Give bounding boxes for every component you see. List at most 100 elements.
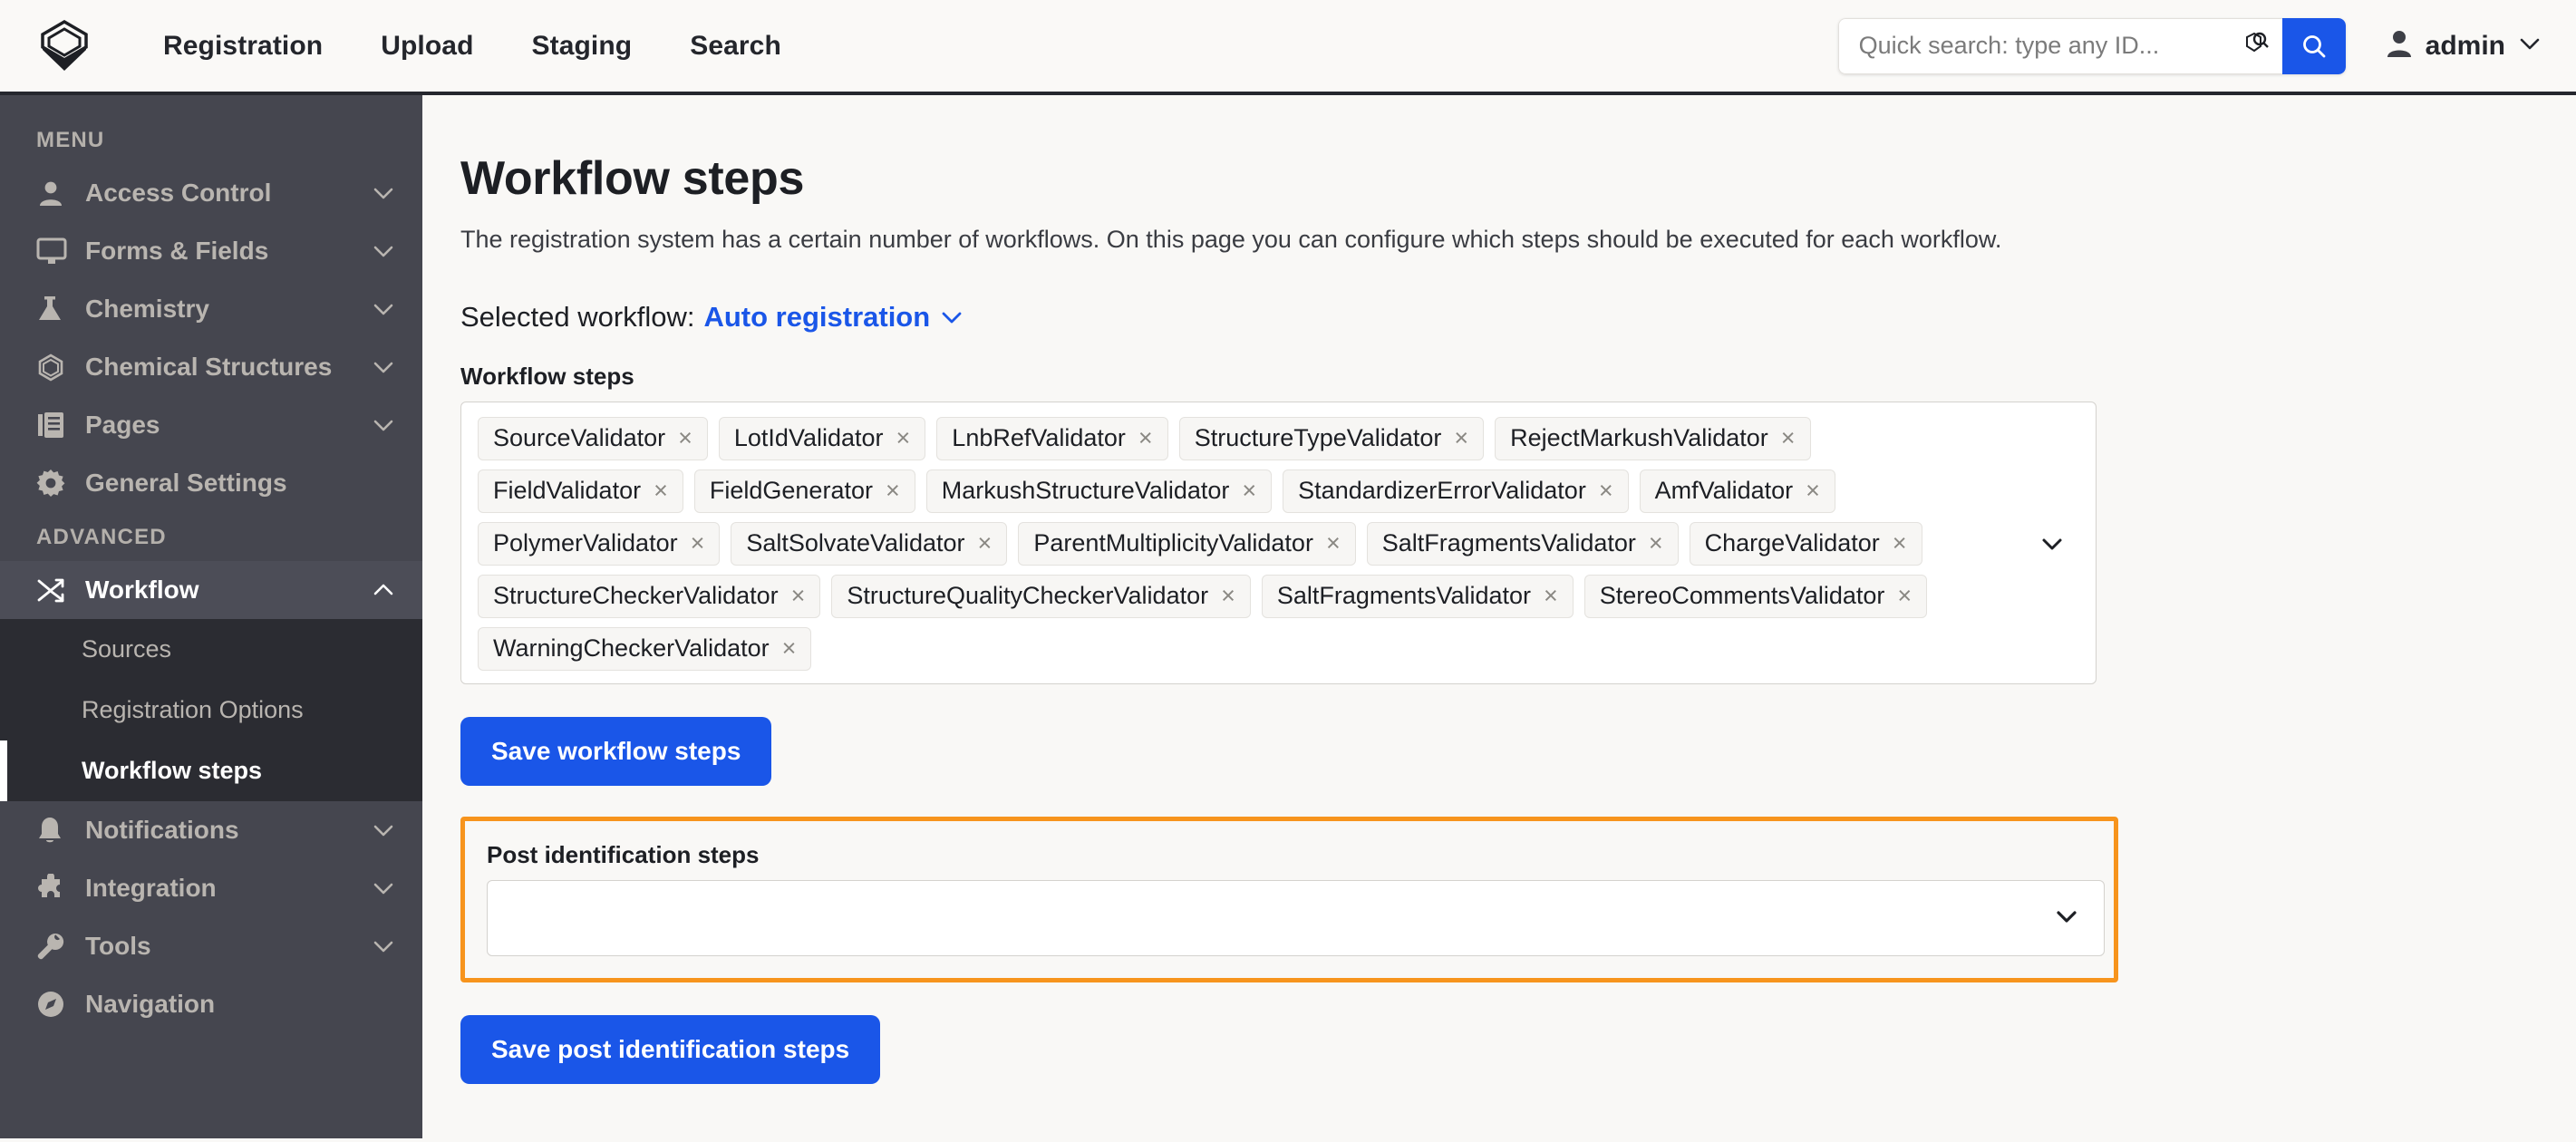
structure-search-icon[interactable] bbox=[2239, 31, 2270, 62]
sidebar-item-navigation[interactable]: Navigation bbox=[0, 975, 422, 1033]
remove-tag-icon[interactable]: × bbox=[976, 531, 994, 556]
sidebar-subitem-workflow-steps[interactable]: Workflow steps bbox=[0, 740, 422, 801]
search-input[interactable] bbox=[1859, 32, 2232, 60]
monitor-icon bbox=[36, 237, 71, 266]
remove-tag-icon[interactable]: × bbox=[689, 531, 707, 556]
remove-tag-icon[interactable]: × bbox=[1542, 584, 1560, 608]
remove-tag-icon[interactable]: × bbox=[652, 479, 670, 503]
sidebar-item-label: Chemistry bbox=[85, 295, 209, 324]
workflow-step-tag-label: MarkushStructureValidator bbox=[942, 477, 1230, 505]
chevron-down-icon[interactable] bbox=[372, 938, 395, 954]
workflow-step-tag: SaltSolvateValidator× bbox=[731, 522, 1007, 566]
workflow-step-tag-label: SaltFragmentsValidator bbox=[1277, 582, 1531, 610]
workflow-steps-label: Workflow steps bbox=[460, 363, 2522, 391]
sidebar-item-label: Integration bbox=[85, 874, 217, 903]
workflow-step-tag-label: StereoCommentsValidator bbox=[1600, 582, 1885, 610]
workflow-step-tag: FieldValidator× bbox=[478, 469, 683, 513]
workflow-subnav: Sources Registration Options Workflow st… bbox=[0, 619, 422, 801]
user-icon bbox=[2386, 29, 2413, 63]
sidebar-item-general-settings[interactable]: General Settings bbox=[0, 454, 422, 512]
hexagon-molecule-logo[interactable] bbox=[36, 18, 92, 74]
workflow-step-tag: FieldGenerator× bbox=[694, 469, 915, 513]
user-name-label: admin bbox=[2426, 31, 2505, 62]
remove-tag-icon[interactable]: × bbox=[780, 636, 799, 661]
workflow-step-tag: LotIdValidator × bbox=[719, 417, 925, 460]
workflow-step-tag: SaltFragmentsValidator × bbox=[1367, 522, 1679, 566]
workflow-step-tag: MarkushStructureValidator × bbox=[926, 469, 1272, 513]
sidebar-navigation: MENU Access Control Forms & Fields Chem bbox=[0, 95, 422, 1138]
sidebar-item-label: Access Control bbox=[85, 179, 271, 208]
nav-link-search[interactable]: Search bbox=[661, 22, 810, 71]
chevron-down-icon[interactable] bbox=[372, 301, 395, 317]
post-identification-steps-select[interactable] bbox=[487, 880, 2105, 956]
workflow-step-tag-label: ChargeValidator bbox=[1705, 529, 1880, 557]
search-submit-button[interactable] bbox=[2282, 18, 2346, 74]
remove-tag-icon[interactable]: × bbox=[1647, 531, 1665, 556]
sidebar-item-integration[interactable]: Integration bbox=[0, 859, 422, 917]
nav-link-staging[interactable]: Staging bbox=[503, 22, 662, 71]
sidebar-item-chemistry[interactable]: Chemistry bbox=[0, 280, 422, 338]
sidebar-item-tools[interactable]: Tools bbox=[0, 917, 422, 975]
sidebar-item-workflow[interactable]: Workflow bbox=[0, 561, 422, 619]
workflow-step-tag: StandardizerErrorValidator× bbox=[1283, 469, 1628, 513]
compass-icon bbox=[36, 990, 71, 1019]
remove-tag-icon[interactable]: × bbox=[1452, 426, 1470, 450]
main-content: Workflow steps The registration system h… bbox=[422, 95, 2576, 1138]
workflow-step-tag-label: LnbRefValidator bbox=[952, 424, 1126, 452]
pages-icon bbox=[36, 411, 71, 440]
chevron-down-icon[interactable] bbox=[372, 880, 395, 896]
user-menu[interactable]: admin bbox=[2377, 24, 2551, 68]
page-title: Workflow steps bbox=[460, 151, 2522, 206]
workflow-step-tag-label: LotIdValidator bbox=[734, 424, 884, 452]
chevron-down-icon bbox=[2518, 35, 2542, 56]
remove-tag-icon[interactable]: × bbox=[1895, 584, 1913, 608]
selected-workflow-value[interactable]: Auto registration bbox=[703, 301, 930, 334]
sidebar-item-chemical-structures[interactable]: Chemical Structures bbox=[0, 338, 422, 396]
save-workflow-steps-button[interactable]: Save workflow steps bbox=[460, 717, 771, 786]
sidebar-item-label: Chemical Structures bbox=[85, 353, 332, 382]
chevron-down-icon[interactable] bbox=[372, 359, 395, 375]
sidebar-heading-menu: MENU bbox=[0, 115, 422, 164]
chevron-down-icon[interactable] bbox=[372, 417, 395, 433]
quick-search-field-wrapper bbox=[1838, 18, 2282, 74]
sidebar-item-forms-fields[interactable]: Forms & Fields bbox=[0, 222, 422, 280]
chevron-down-icon[interactable] bbox=[2053, 907, 2080, 930]
chevron-down-icon[interactable] bbox=[372, 822, 395, 838]
save-post-identification-steps-button[interactable]: Save post identification steps bbox=[460, 1015, 880, 1084]
chevron-down-icon[interactable] bbox=[2025, 535, 2079, 553]
sidebar-item-access-control[interactable]: Access Control bbox=[0, 164, 422, 222]
remove-tag-icon[interactable]: × bbox=[1240, 479, 1258, 503]
sidebar-item-notifications[interactable]: Notifications bbox=[0, 801, 422, 859]
remove-tag-icon[interactable]: × bbox=[1597, 479, 1615, 503]
sidebar-item-label: Navigation bbox=[85, 990, 215, 1019]
remove-tag-icon[interactable]: × bbox=[789, 584, 808, 608]
nav-link-upload[interactable]: Upload bbox=[352, 22, 502, 71]
remove-tag-icon[interactable]: × bbox=[1779, 426, 1797, 450]
chevron-up-icon[interactable] bbox=[372, 582, 395, 598]
workflow-steps-multiselect[interactable]: SourceValidator×LotIdValidator×LnbRefVal… bbox=[460, 402, 2097, 684]
workflow-step-tag: StereoCommentsValidator × bbox=[1584, 575, 1927, 618]
workflow-step-tag: PolymerValidator× bbox=[478, 522, 720, 566]
remove-tag-icon[interactable]: × bbox=[884, 479, 902, 503]
workflow-step-tag: AmfValidator× bbox=[1640, 469, 1835, 513]
chevron-down-icon[interactable] bbox=[372, 185, 395, 201]
app-shell: MENU Access Control Forms & Fields Chem bbox=[0, 95, 2576, 1138]
workflow-step-tag: LnbRefValidator × bbox=[936, 417, 1167, 460]
workflow-step-tag: StructureCheckerValidator× bbox=[478, 575, 820, 618]
workflow-step-tag-label: SaltFragmentsValidator bbox=[1382, 529, 1636, 557]
remove-tag-icon[interactable]: × bbox=[676, 426, 694, 450]
sidebar-item-pages[interactable]: Pages bbox=[0, 396, 422, 454]
remove-tag-icon[interactable]: × bbox=[1324, 531, 1342, 556]
workflow-step-tag-label: RejectMarkushValidator bbox=[1510, 424, 1768, 452]
nav-link-registration[interactable]: Registration bbox=[134, 22, 352, 71]
remove-tag-icon[interactable]: × bbox=[1137, 426, 1155, 450]
remove-tag-icon[interactable]: × bbox=[1891, 531, 1909, 556]
sidebar-subitem-registration-options[interactable]: Registration Options bbox=[0, 680, 422, 740]
hexagon-icon bbox=[36, 353, 71, 382]
sidebar-subitem-sources[interactable]: Sources bbox=[0, 619, 422, 680]
chevron-down-icon[interactable] bbox=[372, 243, 395, 259]
remove-tag-icon[interactable]: × bbox=[1804, 479, 1822, 503]
chevron-down-icon[interactable] bbox=[939, 309, 964, 325]
remove-tag-icon[interactable]: × bbox=[1219, 584, 1237, 608]
remove-tag-icon[interactable]: × bbox=[895, 426, 913, 450]
